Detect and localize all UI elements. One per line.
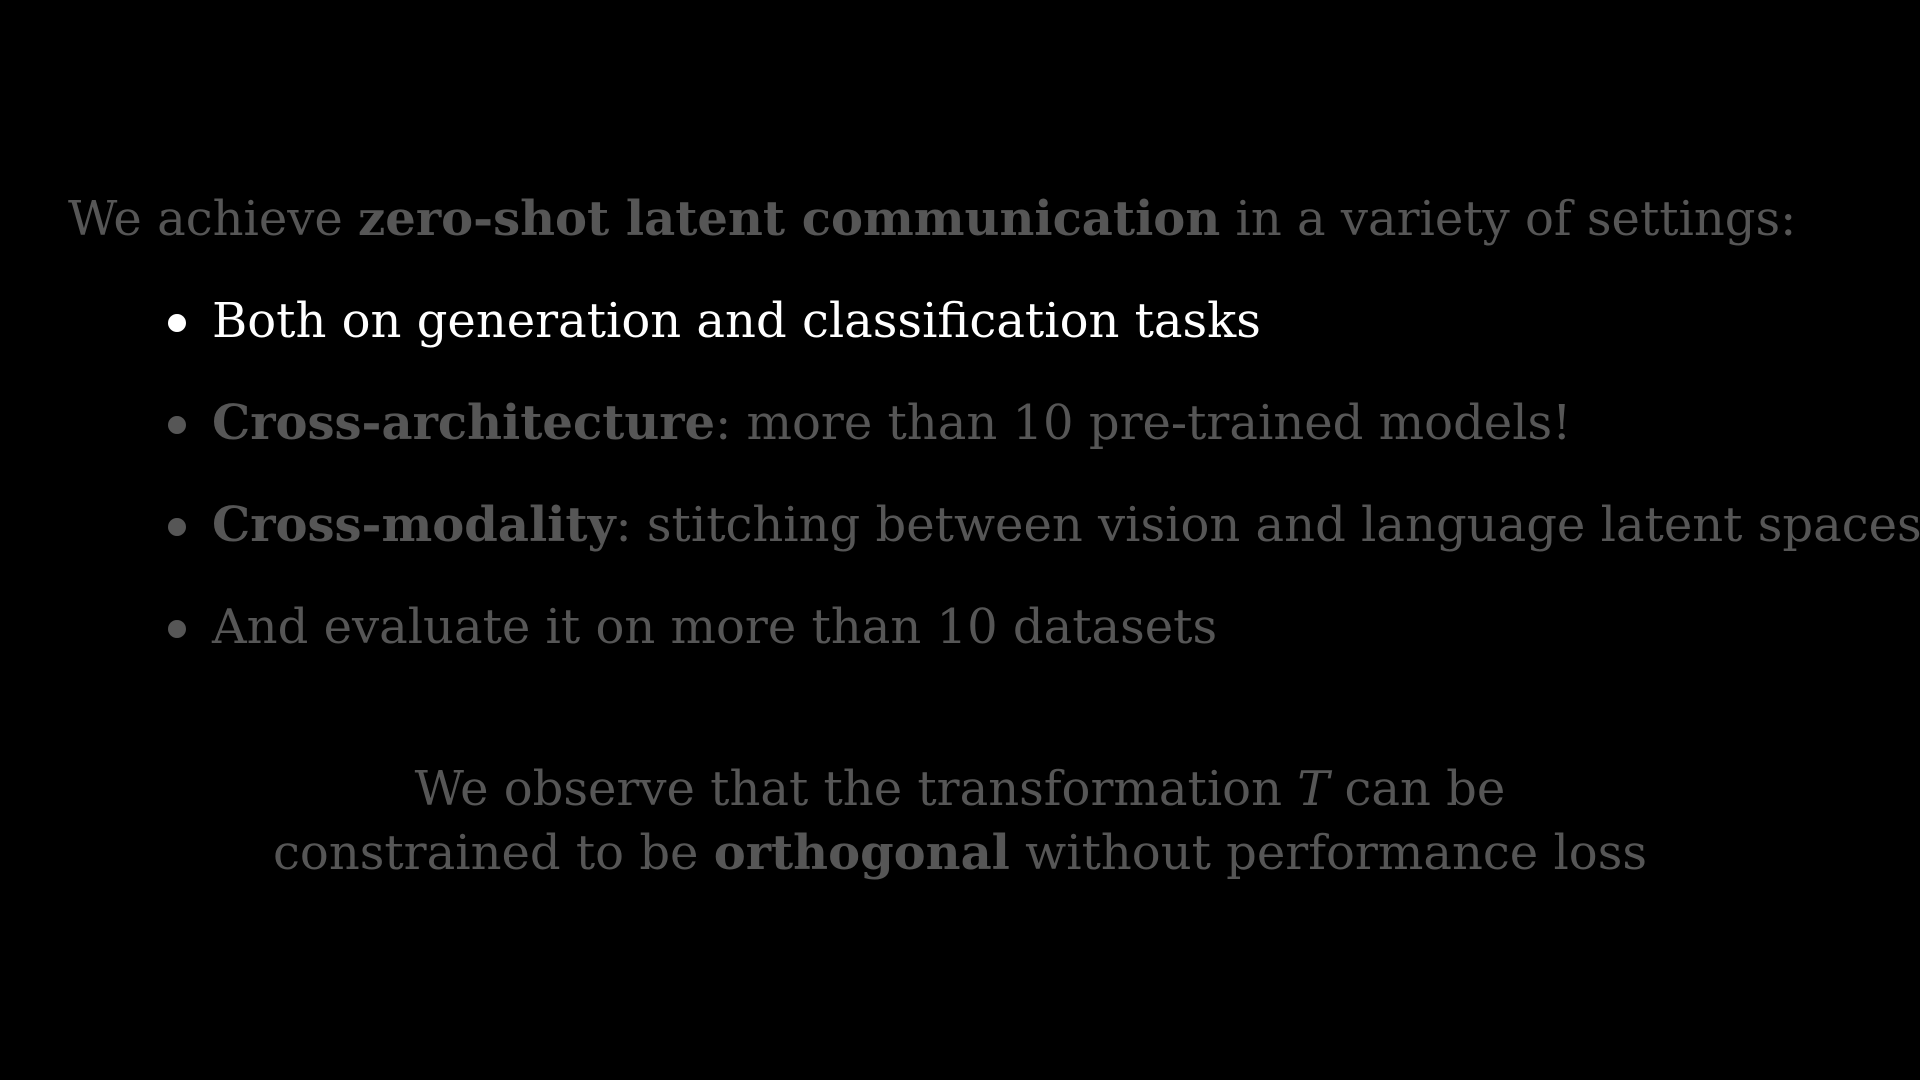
conclusion-line1-suffix: can be: [1329, 761, 1506, 817]
bullet-text: Both on generation and classification ta…: [212, 290, 1261, 352]
intro-suffix: in a variety of settings:: [1220, 191, 1797, 247]
conclusion-block: We observe that the transformation T can…: [0, 757, 1920, 885]
bullet-body: Both on generation and classification ta…: [212, 293, 1261, 349]
bullet-body: : more than 10 pre-trained models!: [715, 395, 1572, 451]
conclusion-bold: orthogonal: [713, 825, 1010, 881]
bullet-dot-icon: [168, 518, 186, 536]
bullet-bold: Cross-modality: [212, 497, 616, 553]
transformation-symbol: T: [1297, 761, 1330, 817]
bullet-bold: Cross-architecture: [212, 395, 716, 451]
conclusion-line-1: We observe that the transformation T can…: [0, 757, 1920, 821]
intro-prefix: We achieve: [68, 191, 359, 247]
conclusion-line2-suffix: without performance loss: [1009, 825, 1647, 881]
bullet-body: And evaluate it on more than 10 datasets: [212, 599, 1218, 655]
bullet-dot-icon: [168, 620, 186, 638]
bullet-text: Cross-architecture: more than 10 pre-tra…: [212, 392, 1571, 454]
bullet-text: Cross-modality: stitching between vision…: [212, 494, 1920, 556]
slide: We achieve zero-shot latent communicatio…: [0, 0, 1920, 1080]
bullet-dot-icon: [168, 314, 186, 332]
bullet-text: And evaluate it on more than 10 datasets: [212, 596, 1217, 658]
bullet-body: : stitching between vision and language …: [615, 497, 1920, 553]
conclusion-line2-prefix: constrained to be: [273, 825, 714, 881]
conclusion-line-2: constrained to be orthogonal without per…: [0, 821, 1920, 885]
intro-line: We achieve zero-shot latent communicatio…: [68, 188, 1796, 250]
intro-bold: zero-shot latent communication: [358, 191, 1221, 247]
bullet-dot-icon: [168, 416, 186, 434]
conclusion-line1-prefix: We observe that the transformation: [414, 761, 1298, 817]
